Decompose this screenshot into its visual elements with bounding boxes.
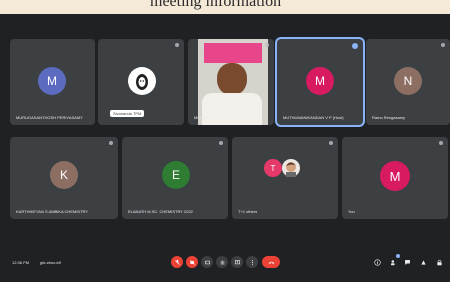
participant-name: MOHAN xyxy=(194,115,209,120)
participant-avatar: K xyxy=(50,161,78,189)
meeting-code: gkt-xbnz-idf xyxy=(40,260,61,265)
participant-name: KARTHIKEYAN S AMBIKA CHEMISTRY xyxy=(16,209,89,214)
participant-avatar: M xyxy=(306,67,334,95)
mic-muted-icon xyxy=(441,43,445,47)
participant-name: Sivananda TPM xyxy=(110,110,145,117)
participant-avatar: M xyxy=(38,67,66,95)
document-header: meeting information xyxy=(0,0,450,14)
participant-avatar: E xyxy=(162,161,190,189)
participant-name: You xyxy=(348,209,355,214)
participant-avatar: N xyxy=(394,67,422,95)
participant-tile[interactable]: E ELANATH M.SC. CHEMISTRY 2022 xyxy=(122,137,228,219)
participant-tile[interactable]: M MUTHUMANIKANDAN V P (Host) xyxy=(277,39,363,125)
raise-hand-button[interactable] xyxy=(216,256,228,268)
participant-name: Ramu Rengasamy xyxy=(372,115,406,120)
info-icon[interactable] xyxy=(374,259,381,266)
participants-badge xyxy=(396,254,400,258)
participant-name: MURUGASANTHOSH PERIYASAMY xyxy=(16,115,83,120)
participant-name: MUTHUMANIKANDAN V P (Host) xyxy=(283,115,344,120)
participant-tile[interactable]: Sivananda TPM xyxy=(98,39,184,125)
more-options-icon xyxy=(251,259,253,265)
participant-tile[interactable]: M You xyxy=(342,137,448,219)
mic-muted-icon xyxy=(265,43,269,47)
mic-muted-icon xyxy=(109,141,113,145)
video-person xyxy=(217,63,247,95)
mic-muted-icon xyxy=(175,43,179,47)
document-title: meeting information xyxy=(150,0,282,10)
captions-button[interactable] xyxy=(201,256,213,268)
captions-icon xyxy=(204,260,210,264)
participant-tile[interactable]: N Ramu Rengasamy xyxy=(366,39,450,125)
pin-icon[interactable] xyxy=(352,43,358,49)
participant-avatar-photo xyxy=(282,159,300,177)
mic-off-button[interactable] xyxy=(171,256,183,268)
more-options-button[interactable] xyxy=(246,256,258,268)
participant-tile[interactable]: T T+1 others xyxy=(232,137,338,219)
raise-hand-icon xyxy=(220,259,224,265)
people-icon[interactable] xyxy=(390,259,397,266)
participant-tile[interactable]: K KARTHIKEYAN S AMBIKA CHEMISTRY xyxy=(10,137,118,219)
participant-avatar xyxy=(128,67,156,95)
participant-avatar: T xyxy=(264,159,282,177)
participant-tile-video[interactable]: MOHAN xyxy=(188,39,274,125)
participant-tile[interactable]: M MURUGASANTHOSH PERIYASAMY xyxy=(10,39,95,125)
present-button[interactable] xyxy=(231,256,243,268)
lock-icon[interactable] xyxy=(436,259,443,266)
hangup-button[interactable] xyxy=(262,256,280,268)
meeting-time: 12:36 PM xyxy=(12,260,30,265)
present-icon xyxy=(234,259,240,264)
child-photo-icon xyxy=(286,162,296,177)
meet-window: M MURUGASANTHOSH PERIYASAMY Sivananda TP… xyxy=(0,14,450,282)
mic-off-icon xyxy=(174,259,180,265)
activities-icon[interactable] xyxy=(420,259,427,266)
camera-off-icon xyxy=(189,259,195,265)
video-person-shirt xyxy=(202,93,262,125)
hangup-icon xyxy=(268,261,274,264)
participant-name: ELANATH M.SC. CHEMISTRY 2022 xyxy=(128,209,193,214)
profile-photo-icon xyxy=(136,74,148,90)
mic-muted-icon xyxy=(219,141,223,145)
mic-muted-icon xyxy=(329,141,333,145)
participant-avatar: M xyxy=(380,161,410,191)
participant-name: T+1 others xyxy=(238,209,258,214)
camera-off-button[interactable] xyxy=(186,256,198,268)
chat-icon[interactable] xyxy=(404,259,411,266)
video-background xyxy=(204,43,262,63)
mic-muted-icon xyxy=(439,141,443,145)
control-bar: 12:36 PM gkt-xbnz-idf xyxy=(0,244,450,282)
